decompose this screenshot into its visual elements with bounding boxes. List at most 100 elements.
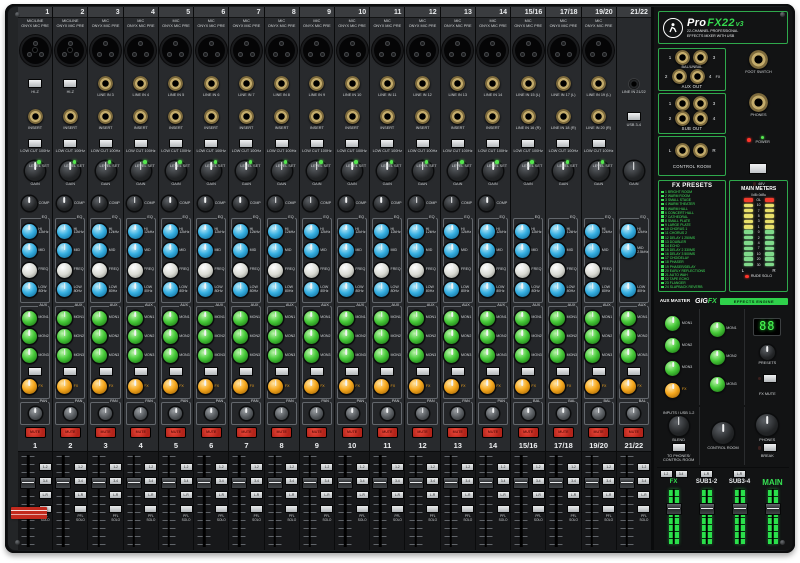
mon3-knob[interactable] xyxy=(374,347,390,363)
assign-1-2-button[interactable]: 1-2 xyxy=(567,463,580,471)
pan-knob[interactable] xyxy=(380,407,394,420)
mon3-knob[interactable] xyxy=(92,347,108,363)
eq-mid-knob[interactable] xyxy=(514,243,530,259)
channel-fader[interactable] xyxy=(231,477,248,490)
eq-mid-knob[interactable] xyxy=(409,243,425,259)
pre-post-switch[interactable] xyxy=(556,366,571,376)
low-cut-switch[interactable] xyxy=(485,138,500,148)
presets-knob[interactable] xyxy=(759,345,775,360)
eq-low-knob[interactable] xyxy=(479,282,495,298)
mon1-knob[interactable] xyxy=(479,310,495,326)
eq-hi-knob[interactable] xyxy=(514,223,530,239)
eq-low-knob[interactable] xyxy=(92,282,108,298)
mute-button[interactable]: MUTE xyxy=(482,426,504,438)
control-room-knob[interactable] xyxy=(711,422,734,445)
eq-low-knob[interactable] xyxy=(162,282,178,298)
assign-lr-button[interactable]: L-R xyxy=(531,491,545,499)
low-cut-switch[interactable] xyxy=(380,138,395,148)
fx-to-mon3-knob[interactable] xyxy=(709,377,725,393)
fx-send-knob[interactable] xyxy=(57,379,73,395)
eq-freq-knob[interactable] xyxy=(233,262,249,278)
channel-fader[interactable] xyxy=(55,477,72,490)
eq-mid-knob[interactable] xyxy=(585,243,601,259)
fx-send-knob[interactable] xyxy=(620,379,636,395)
mon1-knob[interactable] xyxy=(338,310,354,326)
mon1-knob[interactable] xyxy=(409,310,425,326)
eq-freq-knob[interactable] xyxy=(197,262,213,278)
sub34-fader[interactable] xyxy=(731,502,748,515)
assign-lr-button[interactable]: L-R xyxy=(567,491,580,499)
solo-button[interactable] xyxy=(531,505,545,513)
low-cut-switch[interactable] xyxy=(204,138,219,148)
pre-post-switch[interactable] xyxy=(204,366,219,376)
mon3-knob[interactable] xyxy=(550,347,566,363)
mute-button[interactable]: MUTE xyxy=(447,426,469,438)
hiz-switch[interactable] xyxy=(28,79,43,89)
channel-fader[interactable] xyxy=(301,477,318,490)
mute-button[interactable]: MUTE xyxy=(588,426,610,438)
channel-fader[interactable] xyxy=(160,477,177,490)
sub12-lr-button[interactable]: L-R xyxy=(700,470,713,478)
mon1-knob[interactable] xyxy=(620,310,636,326)
main-fader[interactable] xyxy=(764,502,781,515)
mon1-knob[interactable] xyxy=(92,310,108,326)
pre-post-switch[interactable] xyxy=(63,366,78,376)
fx-assign-1-2-button[interactable]: 1-2 xyxy=(659,470,673,478)
eq-hi-knob[interactable] xyxy=(338,223,354,239)
mon1-knob[interactable] xyxy=(444,310,460,326)
comp-knob[interactable] xyxy=(127,196,143,211)
mute-button[interactable]: MUTE xyxy=(24,426,46,438)
mon3-knob[interactable] xyxy=(444,347,460,363)
fx-send-knob[interactable] xyxy=(233,379,249,395)
mon1-knob[interactable] xyxy=(162,310,178,326)
mon2-knob[interactable] xyxy=(514,329,530,345)
comp-knob[interactable] xyxy=(92,196,108,211)
eq-hi-knob[interactable] xyxy=(444,223,460,239)
mon3-knob[interactable] xyxy=(268,347,284,363)
assign-1-2-button[interactable]: 1-2 xyxy=(531,463,545,471)
fx-send-knob[interactable] xyxy=(21,379,37,395)
pan-knob[interactable] xyxy=(134,407,148,420)
mon3-knob[interactable] xyxy=(21,347,37,363)
eq-hi-knob[interactable] xyxy=(21,223,37,239)
solo-button[interactable] xyxy=(637,505,651,513)
eq-mid-knob[interactable] xyxy=(57,243,73,259)
assign-1-2-button[interactable]: 1-2 xyxy=(214,463,228,471)
assign-3-4-button[interactable]: 3-4 xyxy=(109,477,123,485)
eq-hi-knob[interactable] xyxy=(409,223,425,239)
mon2-knob[interactable] xyxy=(57,329,73,345)
fx-send-knob[interactable] xyxy=(338,379,354,395)
fx-send-knob[interactable] xyxy=(514,379,530,395)
low-cut-switch[interactable] xyxy=(556,138,571,148)
assign-3-4-button[interactable]: 3-4 xyxy=(73,477,87,485)
assign-1-2-button[interactable]: 1-2 xyxy=(109,463,123,471)
fx-send-knob[interactable] xyxy=(374,379,390,395)
fx-send-knob[interactable] xyxy=(550,379,566,395)
pre-post-switch[interactable] xyxy=(591,366,606,376)
assign-3-4-button[interactable]: 3-4 xyxy=(214,477,228,485)
mon1-knob[interactable] xyxy=(268,310,284,326)
eq-mid-knob[interactable] xyxy=(162,243,178,259)
solo-button[interactable] xyxy=(426,505,440,513)
assign-3-4-button[interactable]: 3-4 xyxy=(390,477,404,485)
low-cut-switch[interactable] xyxy=(274,138,289,148)
assign-1-2-button[interactable]: 1-2 xyxy=(179,463,193,471)
aux-master-fx-knob[interactable] xyxy=(665,382,681,398)
aux-master-mon3-knob[interactable] xyxy=(665,360,681,376)
fx-mute-switch[interactable] xyxy=(763,374,778,383)
mute-button[interactable]: MUTE xyxy=(341,426,363,438)
comp-knob[interactable] xyxy=(444,196,460,211)
eq-low-knob[interactable] xyxy=(514,282,530,298)
pan-knob[interactable] xyxy=(275,407,289,420)
pre-post-switch[interactable] xyxy=(415,366,430,376)
eq-low-knob[interactable] xyxy=(268,282,284,298)
pre-post-switch[interactable] xyxy=(521,366,536,376)
mute-button[interactable]: MUTE xyxy=(552,426,574,438)
assign-lr-button[interactable]: L-R xyxy=(73,491,87,499)
channel-fader[interactable] xyxy=(477,477,494,490)
channel-fader[interactable] xyxy=(125,477,142,490)
channel-fader[interactable] xyxy=(407,477,424,490)
assign-lr-button[interactable]: L-R xyxy=(496,491,510,499)
pan-knob[interactable] xyxy=(169,407,183,420)
low-cut-switch[interactable] xyxy=(239,138,254,148)
